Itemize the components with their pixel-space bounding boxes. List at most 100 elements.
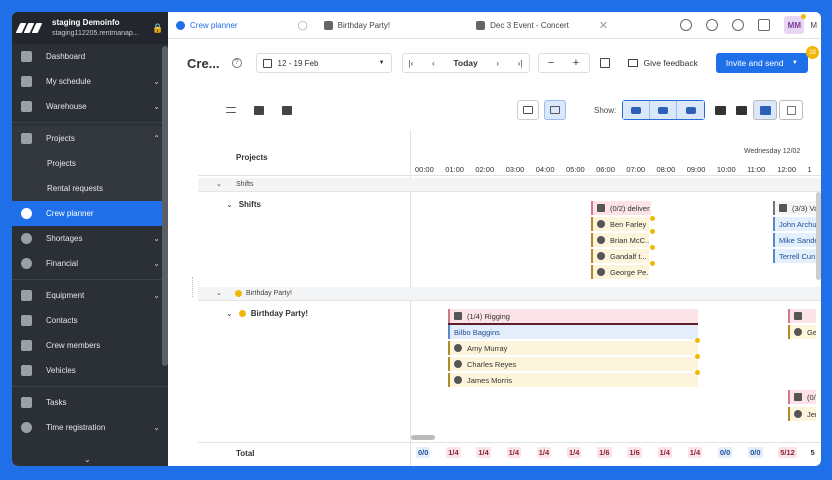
sidebar-item-label: Equipment <box>46 291 85 300</box>
card-label: Charles Reyes <box>467 359 517 369</box>
sidebar-item-projects[interactable]: Projects ⌃ <box>12 126 168 151</box>
invite-and-send-button[interactable]: Invite and send ▼ <box>715 53 808 73</box>
sidebar-item-label: Projects <box>46 134 75 143</box>
sidebar-item-crew-planner[interactable]: Crew planner <box>12 201 168 226</box>
search-icon[interactable] <box>680 19 693 31</box>
show-vehicles-toggle[interactable] <box>650 101 678 119</box>
user-name[interactable]: M <box>810 21 817 30</box>
shift-card-assignment[interactable]: Terrell Cun <box>773 249 816 263</box>
show-crew-toggle[interactable] <box>623 101 651 119</box>
hour-label: 09:00 <box>686 165 706 174</box>
notification-badge[interactable]: 28 <box>806 46 819 59</box>
shift-card-assignment[interactable]: Brian McC... <box>591 233 649 247</box>
projects-icon <box>21 133 32 144</box>
function-card-rigging[interactable]: (1/4) Rigging <box>448 309 698 323</box>
close-icon[interactable]: ✕ <box>599 19 608 32</box>
zoom-in-icon[interactable]: + <box>573 57 579 69</box>
card-label: Ge <box>807 327 816 337</box>
prev-icon[interactable]: ‹ <box>432 59 435 68</box>
function-card-header[interactable]: (0/ <box>788 390 816 404</box>
sidebar-item-tasks[interactable]: Tasks <box>12 390 168 415</box>
group-row-shifts[interactable]: ⌄ Shifts <box>198 178 821 192</box>
shift-card-assignment[interactable]: Gandalf t... <box>591 249 649 263</box>
help-icon[interactable]: ? <box>231 58 242 68</box>
row-label-shifts[interactable]: ⌄ Shifts <box>226 200 261 209</box>
sidebar-item-equipment[interactable]: Equipment ⌄ <box>12 283 168 308</box>
folder-icon[interactable] <box>282 105 292 115</box>
grid-vertical-scrollbar[interactable] <box>816 192 821 280</box>
function-card-header[interactable] <box>788 309 816 323</box>
resize-handle[interactable] <box>192 277 196 297</box>
caret-down-icon: ▼ <box>791 60 798 66</box>
sidebar-item-financial[interactable]: Financial ⌄ <box>12 251 168 276</box>
chevron-down-icon[interactable]: ⌄ <box>84 455 91 464</box>
sidebar-item-crew-members[interactable]: Crew members <box>12 333 168 358</box>
card-alert-icon[interactable] <box>736 105 748 115</box>
sidebar-subitem-projects[interactable]: Projects <box>12 151 168 176</box>
tab-birthday-party[interactable]: Birthday Party! <box>316 12 398 39</box>
shift-card-header[interactable]: (3/3) Va <box>773 201 816 215</box>
function-card-assignment[interactable]: Ge <box>788 325 816 339</box>
inbox-toggle[interactable] <box>753 100 778 120</box>
tab-dec-3-event[interactable]: Dec 3 Event - Concert ✕ <box>468 12 616 39</box>
sidebar-item-label: Tasks <box>46 398 67 407</box>
chevron-down-icon[interactable]: ⌄ <box>226 309 233 318</box>
date-range-select[interactable]: 12 - 19 Feb ▼ <box>255 53 392 73</box>
first-page-icon[interactable]: |‹ <box>409 59 414 68</box>
org-header[interactable]: staging Demoinfo staging112205.rentmanap… <box>12 12 168 44</box>
chevron-down-icon[interactable]: ⌄ <box>226 200 233 209</box>
tab-crew-planner[interactable]: Crew planner ◯ <box>168 12 316 39</box>
shift-card-assignment[interactable]: John Archu <box>773 217 816 231</box>
project-icon <box>476 20 486 30</box>
chevron-down-icon[interactable]: ⌄ <box>216 289 222 297</box>
sidebar-item-dashboard[interactable]: Dashboard <box>12 44 168 69</box>
card-label: Mike Sande <box>779 235 816 245</box>
tag-icon[interactable] <box>254 105 264 115</box>
function-card-assignment[interactable]: Jer <box>788 407 816 421</box>
sidebar-scrollbar[interactable] <box>162 46 168 366</box>
copy-toggle[interactable] <box>779 100 804 120</box>
image-view-button[interactable] <box>517 100 539 120</box>
filter-icon[interactable] <box>226 107 236 113</box>
bell-icon[interactable] <box>758 19 771 31</box>
side-panel-icon[interactable] <box>599 58 610 68</box>
shift-card-assignment[interactable]: George Pe... <box>591 265 649 279</box>
hour-label: 04:00 <box>535 165 555 174</box>
hour-label: 07:00 <box>626 165 646 174</box>
shift-card-assignment[interactable]: Ben Farley <box>591 217 649 231</box>
sidebar-item-my-schedule[interactable]: My schedule ⌄ <box>12 69 168 94</box>
sidebar-subitem-rental-requests[interactable]: Rental requests <box>12 176 168 201</box>
function-card-assignment[interactable]: James Morris <box>448 373 698 387</box>
next-icon[interactable]: › <box>496 59 499 68</box>
group-row-birthday-party[interactable]: ⌄ Birthday Party! <box>198 287 821 301</box>
last-page-icon[interactable]: ›| <box>518 59 523 68</box>
zoom-out-icon[interactable]: − <box>548 57 554 69</box>
total-cell: 1/4 <box>476 447 491 458</box>
person-icon <box>597 220 605 228</box>
card-label: (0/ <box>807 392 816 402</box>
shift-card-assignment[interactable]: Mike Sande <box>773 233 816 247</box>
help-icon[interactable] <box>732 19 745 31</box>
sidebar-item-label: Rental requests <box>47 184 104 193</box>
chevron-down-icon[interactable]: ⌄ <box>216 180 222 188</box>
function-card-person[interactable]: Bilbo Baggins <box>448 325 698 339</box>
pin-icon[interactable]: ◯ <box>298 20 308 31</box>
give-feedback-button[interactable]: Give feedback <box>627 58 698 68</box>
sidebar-item-time-registration[interactable]: Time registration ⌄ <box>12 415 168 440</box>
sidebar-item-shortages[interactable]: Shortages ⌄ <box>12 226 168 251</box>
row-label-birthday-party[interactable]: ⌄ Birthday Party! <box>226 309 308 318</box>
function-card-assignment[interactable]: Charles Reyes <box>448 357 698 371</box>
sidebar-item-vehicles[interactable]: Vehicles <box>12 358 168 383</box>
today-button[interactable]: Today <box>453 58 477 68</box>
sidebar-item-contacts[interactable]: Contacts <box>12 308 168 333</box>
tab-label: Dec 3 Event - Concert <box>490 20 569 30</box>
avatar[interactable]: MM <box>784 14 807 34</box>
compass-icon[interactable] <box>706 19 719 31</box>
card-icon[interactable] <box>715 105 727 115</box>
function-card-assignment[interactable]: Amy Murray <box>448 341 698 355</box>
chart-view-button[interactable] <box>544 100 566 120</box>
sidebar-item-warehouse[interactable]: Warehouse ⌄ <box>12 94 168 119</box>
shift-card-header[interactable]: (0/2) deliver <box>591 201 651 215</box>
grid-horizontal-scrollbar[interactable] <box>411 435 435 440</box>
show-persons-toggle[interactable] <box>677 101 705 119</box>
